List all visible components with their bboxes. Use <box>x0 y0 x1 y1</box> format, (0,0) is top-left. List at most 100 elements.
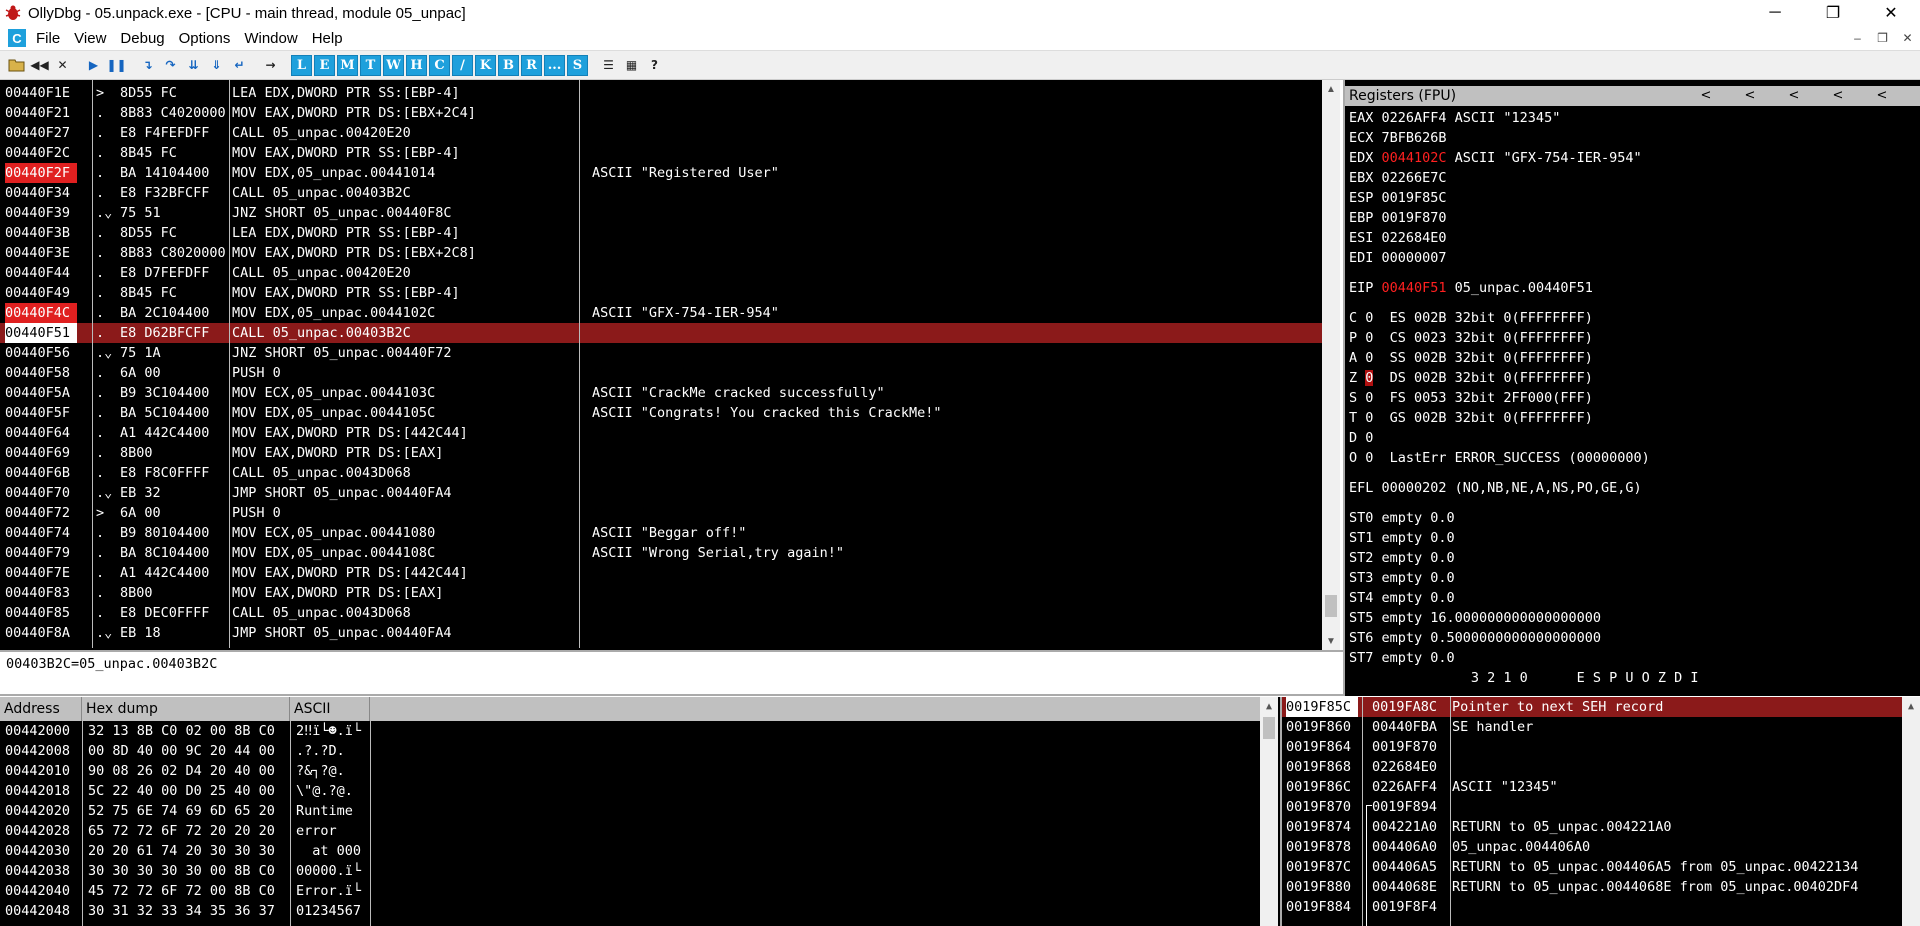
step-into-icon[interactable]: ↴ <box>137 55 158 76</box>
register-arrow-4[interactable]: < <box>1816 86 1860 106</box>
disasm-row[interactable]: 00440F83. 8B00 MOV EAX,DWORD PTR DS:[EAX] <box>0 583 1322 603</box>
disasm-row[interactable]: 00440F56 .⌄ 75 1A JNZ SHORT 05_unpac.00440F… <box>0 343 1322 363</box>
trace-into-icon[interactable]: ⇊ <box>183 55 204 76</box>
flag-a[interactable]: A 0 SS 002B 32bit 0(FFFFFFFF) <box>1349 348 1593 368</box>
go-to-icon[interactable]: → <box>260 55 281 76</box>
stack-row[interactable]: 0019F880 0044068E RETURN to 05_unpac.00440… <box>1282 877 1902 897</box>
disasm-row[interactable]: 00440F3E. 8B83 C8020000 MOV EAX,DWORD PTR … <box>0 243 1322 263</box>
disasm-row[interactable]: 00440F5F. BA 5C104400 MOV EDX,05_unpac.004… <box>0 403 1322 423</box>
dump-row[interactable]: 00442008 00 8D 40 00 9C 20 44 00 .?.?D. <box>0 741 1260 761</box>
stack-scroll-up-icon[interactable]: ▲ <box>1902 697 1920 715</box>
stack-row[interactable]: 0019F860 00440FBA SE handler <box>1282 717 1902 737</box>
dump-scrollbar[interactable]: ▲ <box>1260 697 1278 926</box>
fpu-st7[interactable]: ST7 empty 0.0 <box>1349 648 1455 668</box>
disasm-row[interactable]: 00440F74. B9 80104400 MOV ECX,05_unpac.004… <box>0 523 1322 543</box>
disasm-row[interactable]: 00440F2C. 8B45 FC MOV EAX,DWORD PTR SS:[EB… <box>0 143 1322 163</box>
reg-ebx[interactable]: EBX 02266E7C <box>1349 168 1447 188</box>
list-icon[interactable]: ☰ <box>598 55 619 76</box>
reg-edx[interactable]: EDX 0044102C ASCII "GFX-754-IER-954" <box>1349 148 1642 168</box>
handles-button[interactable]: H <box>406 54 427 76</box>
reg-esi[interactable]: ESI 022684E0 <box>1349 228 1447 248</box>
disassembly-scrollbar[interactable]: ▲ ▼ <box>1322 80 1340 650</box>
stack-row[interactable]: 0019F85C 0019FA8C Pointer to next SEH reco… <box>1282 697 1902 717</box>
disasm-row[interactable]: 00440F4C. BA 2C104400 MOV EDX,05_unpac.004… <box>0 303 1322 323</box>
stack-row[interactable]: 0019F86C 0226AFF4 ASCII "12345" <box>1282 777 1902 797</box>
register-arrow-5[interactable]: < <box>1860 86 1904 106</box>
flag-d[interactable]: D 0 <box>1349 428 1373 448</box>
cpu-button[interactable]: C <box>429 54 450 76</box>
scroll-down-icon[interactable]: ▼ <box>1322 632 1340 650</box>
executables-button[interactable]: E <box>314 54 335 76</box>
stack-scrollbar[interactable]: ▲ <box>1902 697 1920 926</box>
registers-header[interactable]: Registers (FPU) < < < < < <box>1345 86 1920 106</box>
memory-map-button[interactable]: M <box>337 54 358 76</box>
menu-view[interactable]: View <box>74 30 106 47</box>
disasm-row[interactable]: 00440F39 .⌄ 75 51 JNZ SHORT 05_unpac.00440F… <box>0 203 1322 223</box>
disasm-row[interactable]: 00440F27. E8 F4FEFDFF CALL 05_unpac.00420E… <box>0 123 1322 143</box>
dump-row[interactable]: 00442048 30 31 32 33 34 35 36 37 01234567 <box>0 901 1260 921</box>
stack-row[interactable]: 0019F87C 004406A5 RETURN to 05_unpac.00440… <box>1282 857 1902 877</box>
disasm-row[interactable]: 00440F70 .⌄ EB 32 JMP SHORT 05_unpac.00440F… <box>0 483 1322 503</box>
menu-help[interactable]: Help <box>312 30 343 47</box>
fpu-st0[interactable]: ST0 empty 0.0 <box>1349 508 1455 528</box>
dump-row[interactable]: 00442040 45 72 72 6F 72 00 8B C0 Error.ï└ <box>0 881 1260 901</box>
disasm-row[interactable]: 00440F6B. E8 F8C0FFFF CALL 05_unpac.0043D0… <box>0 463 1322 483</box>
fpu-st6[interactable]: ST6 empty 0.5000000000000000000 <box>1349 628 1601 648</box>
execute-till-return-icon[interactable]: ↵ <box>229 55 250 76</box>
menu-window[interactable]: Window <box>244 30 297 47</box>
maximize-button[interactable]: ❐ <box>1804 0 1862 26</box>
reg-ecx[interactable]: ECX 7BFB626B <box>1349 128 1447 148</box>
memory-dump-pane[interactable]: Address Hex dump ASCII 00442000 32 13 8B … <box>0 697 1280 926</box>
dump-header-address[interactable]: Address <box>0 697 82 721</box>
threads-button[interactable]: T <box>360 54 381 76</box>
menu-debug[interactable]: Debug <box>120 30 164 47</box>
reg-efl[interactable]: EFL 00000202 (NO,NB,NE,A,NS,PO,GE,G) <box>1349 478 1642 498</box>
dump-row[interactable]: 00442018 5C 22 40 00 D0 25 40 00 \"@.?@. <box>0 781 1260 801</box>
stack-row[interactable]: 0019F864 0019F870 <box>1282 737 1902 757</box>
dump-row[interactable]: 00442000 32 13 8B C0 02 00 8B C0 2‼ï└☻.ï└ <box>0 721 1260 741</box>
stack-row[interactable]: 0019F878 004406A0 05_unpac.004406A0 <box>1282 837 1902 857</box>
disassembly-pane[interactable]: 00440F1E >8D55 FC LEA EDX,DWORD PTR SS:[EB… <box>0 80 1340 650</box>
flag-z[interactable]: Z 0 DS 002B 32bit 0(FFFFFFFF) <box>1349 368 1593 388</box>
reg-esp[interactable]: ESP 0019F85C <box>1349 188 1447 208</box>
trace-over-icon[interactable]: ⇓ <box>206 55 227 76</box>
reg-eip[interactable]: EIP 00440F51 05_unpac.00440F51 <box>1349 278 1593 298</box>
register-arrow-1[interactable]: < <box>1684 86 1728 106</box>
references-button[interactable]: R <box>521 54 542 76</box>
disasm-row[interactable]: 00440F51. E8 D62BFCFF CALL 05_unpac.00403B… <box>0 323 1322 343</box>
source-button[interactable]: S <box>567 54 588 76</box>
scroll-up-icon[interactable]: ▲ <box>1322 80 1340 98</box>
disasm-row[interactable]: 00440F1E >8D55 FC LEA EDX,DWORD PTR SS:[EB… <box>0 83 1322 103</box>
breakpoints-button[interactable]: B <box>498 54 519 76</box>
disasm-row[interactable]: 00440F64. A1 442C4400 MOV EAX,DWORD PTR DS… <box>0 423 1322 443</box>
pause-icon[interactable]: ❚❚ <box>106 55 127 76</box>
fpu-st1[interactable]: ST1 empty 0.0 <box>1349 528 1455 548</box>
reg-edi[interactable]: EDI 00000007 <box>1349 248 1447 268</box>
grid-icon[interactable]: ▦ <box>621 55 642 76</box>
fpu-st5[interactable]: ST5 empty 16.000000000000000000 <box>1349 608 1601 628</box>
disasm-row[interactable]: 00440F49. 8B45 FC MOV EAX,DWORD PTR SS:[EB… <box>0 283 1322 303</box>
flag-o[interactable]: O 0 LastErr ERROR_SUCCESS (00000000) <box>1349 448 1650 468</box>
open-icon[interactable] <box>6 55 27 76</box>
disasm-row[interactable]: 00440F3B. 8D55 FC LEA EDX,DWORD PTR SS:[EB… <box>0 223 1322 243</box>
close-button[interactable]: ✕ <box>1862 0 1920 26</box>
disasm-row[interactable]: 00440F21. 8B83 C4020000 MOV EAX,DWORD PTR … <box>0 103 1322 123</box>
flag-s[interactable]: S 0 FS 0053 32bit 2FF000(FFF) <box>1349 388 1593 408</box>
call-stack-button[interactable]: K <box>475 54 496 76</box>
fpu-st4[interactable]: ST4 empty 0.0 <box>1349 588 1455 608</box>
run-icon[interactable]: ▶ <box>83 55 104 76</box>
disasm-row[interactable]: 00440F79. BA 8C104400 MOV EDX,05_unpac.004… <box>0 543 1322 563</box>
restart-icon[interactable]: ◀◀ <box>29 55 50 76</box>
registers-pane[interactable]: Registers (FPU) < < < < < EAX 0226AFF4 A… <box>1343 80 1920 696</box>
disasm-row[interactable]: 00440F2F. BA 14104400 MOV EDX,05_unpac.004… <box>0 163 1322 183</box>
disasm-row[interactable]: 00440F69. 8B00 MOV EAX,DWORD PTR DS:[EAX] <box>0 443 1322 463</box>
register-arrow-2[interactable]: < <box>1728 86 1772 106</box>
menu-file[interactable]: File <box>36 30 60 47</box>
mdi-close-button[interactable]: ✕ <box>1895 26 1920 50</box>
dump-row[interactable]: 00442020 52 75 6E 74 69 6D 65 20 Runtime <box>0 801 1260 821</box>
stack-row[interactable]: 0019F884 0019F8F4 <box>1282 897 1902 917</box>
flag-t[interactable]: T 0 GS 002B 32bit 0(FFFFFFFF) <box>1349 408 1593 428</box>
menu-options[interactable]: Options <box>179 30 231 47</box>
dump-scroll-up-icon[interactable]: ▲ <box>1260 697 1278 715</box>
mdi-restore-button[interactable]: ❐ <box>1870 26 1895 50</box>
